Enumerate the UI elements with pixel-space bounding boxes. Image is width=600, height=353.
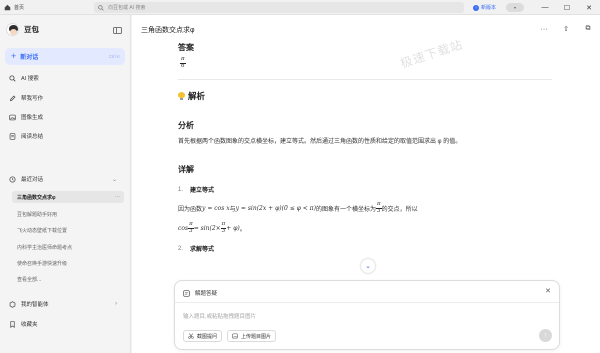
shortcut-hint: Ctrl K [108,54,120,59]
pen-icon [9,95,16,101]
title-bar: 首页 向豆包或 AI 搜索 ↑ 新版本 ▾ — ☐ ✕ [0,0,600,15]
sidebar-item-label: 图像生成 [21,115,44,121]
history-item[interactable]: 使命召唤手游快速升级 [14,257,126,269]
home-icon [4,4,11,10]
history-item-label: 内科学主治医师命题考点 [17,244,73,251]
global-search-input[interactable]: 向豆包或 AI 搜索 [94,2,464,13]
image-icon [9,114,16,120]
recent-chats-header[interactable]: 最近对话 ⌄ [5,172,125,186]
sidebar-item-image-gen[interactable]: 图像生成 [5,110,125,124]
chat-title[interactable]: 三角函数交点求φ [141,25,195,35]
divider [175,302,559,303]
sidebar-item-reading[interactable]: 阅读总结 [5,129,125,143]
divider [178,79,552,80]
analysis-heading: 解析 [178,90,552,102]
scroll-down-button[interactable]: ⌄ [361,259,375,273]
history-item[interactable]: 豆包解题助手好用 [14,208,126,220]
share-icon[interactable]: ⇧ [561,24,571,34]
screenshot-ask-button[interactable]: 截图提问 [183,330,223,342]
answer-heading: 答案 [178,43,194,52]
update-icon: ↑ [472,4,479,11]
section-analysis-title: 分析 [178,121,194,130]
sidebar: 豆包 + 新对话 Ctrl K AI 搜索 帮我写作 图像生成 阅读总结 最近对… [0,15,131,353]
collapse-sidebar-icon[interactable] [113,27,122,34]
step-2: 2. 求解等式 [178,245,215,254]
input-mode-header: 解题答疑 [183,289,217,297]
upload-image-label: 上传题目图片 [241,333,272,340]
home-label: 首页 [14,4,25,11]
sidebar-item-ai-search[interactable]: AI 搜索 [5,71,125,85]
sidebar-item-label: 收藏夹 [21,322,38,328]
sidebar-item-label: 我的智能体 [21,302,49,308]
history-item-label: 飞火动态壁纸下载位置 [17,227,68,234]
math-line-1: 因为函数 y = cos x 与 y = sin(2x + φ)(0 ≤ φ <… [178,201,418,214]
upload-image-button[interactable]: 上传题目图片 [227,330,277,342]
send-button[interactable]: ↑ [539,329,552,342]
book-icon [9,132,16,140]
history-item-active[interactable]: 三角函数交点求φ ··· [12,191,124,203]
sidebar-item-label: 阅读总结 [21,134,44,140]
history-item[interactable]: 内科学主治医师命题考点 [14,241,126,253]
home-tab[interactable]: 首页 [0,4,92,11]
brand-logo [6,23,19,36]
lightbulb-icon [178,92,185,100]
history-item-label: 豆包解题助手好用 [17,211,58,218]
sidebar-item-writing[interactable]: 帮我写作 [5,91,125,105]
brand-name: 豆包 [24,25,39,34]
sidebar-item-label: 帮我写作 [21,96,44,102]
chevron-down-icon: ⌄ [111,176,117,183]
chat-input-field[interactable]: 输入题目,或粘贴拖拽题目图片 [183,312,256,320]
chat-main: 三角函数交点求φ ··· ⇧ ⧉ 极速下载站 答案 π 6 解析 分析 首先根据… [132,15,600,353]
step-1: 1. 建立等式 [178,186,215,195]
scissors-icon [188,333,194,339]
plus-icon: + [11,51,17,61]
new-chat-label: 新对话 [20,55,39,61]
maximize-button[interactable]: ☐ [556,0,578,15]
answer-content: 答案 π 6 解析 分析 首先根据两个函数图象的交点横坐标，建立等式。然后通过三… [178,40,552,253]
math-line-2: cos π 3 = sin(2× π 3 + φ) 。 [178,221,246,234]
new-version-button[interactable]: ↑ 新版本 [472,4,496,11]
search-icon [98,4,104,11]
agents-icon [9,300,16,308]
section-detail-title: 详解 [178,165,194,175]
input-mode-label: 解题答疑 [195,291,218,297]
chat-input-box: 解题答疑 ✕ 输入题目,或粘贴拖拽题目图片 截图提问 上传题目图片 ↑ [174,280,560,350]
recent-label: 最近对话 [21,177,44,183]
new-version-label: 新版本 [480,5,496,11]
more-options-icon[interactable]: ··· [539,24,549,34]
sidebar-item-label: AI 搜索 [21,76,39,82]
search-placeholder: 向豆包或 AI 搜索 [108,5,146,11]
sidebar-item-favorites[interactable]: 收藏夹 [5,317,125,331]
new-window-icon[interactable]: ⧉ [583,24,593,34]
search-icon [9,74,16,82]
close-mode-icon[interactable]: ✕ [545,287,551,295]
history-item[interactable]: 飞火动态壁纸下载位置 [14,224,126,236]
user-avatar[interactable]: ▾ [506,3,524,12]
minimize-button[interactable]: — [534,0,556,15]
bookmark-icon [10,320,15,328]
view-all-link[interactable]: 查看全部... [14,273,126,285]
close-window-button[interactable]: ✕ [578,0,600,15]
screenshot-ask-label: 截图提问 [197,333,218,340]
answer-fraction: π 6 [180,56,186,69]
brand[interactable]: 豆包 [6,23,39,36]
history-item-label: 使命召唤手游快速升级 [17,260,68,267]
image-icon [232,333,238,339]
history-item-label: 三角函数交点求φ [17,194,56,201]
more-icon[interactable]: ··· [115,194,120,200]
chevron-right-icon: › [115,301,117,307]
new-chat-button[interactable]: + 新对话 Ctrl K [5,48,125,65]
view-all-label: 查看全部... [17,276,42,283]
sidebar-item-my-agents[interactable]: 我的智能体 › [5,297,125,311]
clock-icon [9,175,16,183]
analysis-text: 首先根据两个函数图象的交点横坐标，建立等式。然后通过三角函数的性质和给定的取值范… [178,139,462,145]
question-mode-icon [183,289,190,297]
